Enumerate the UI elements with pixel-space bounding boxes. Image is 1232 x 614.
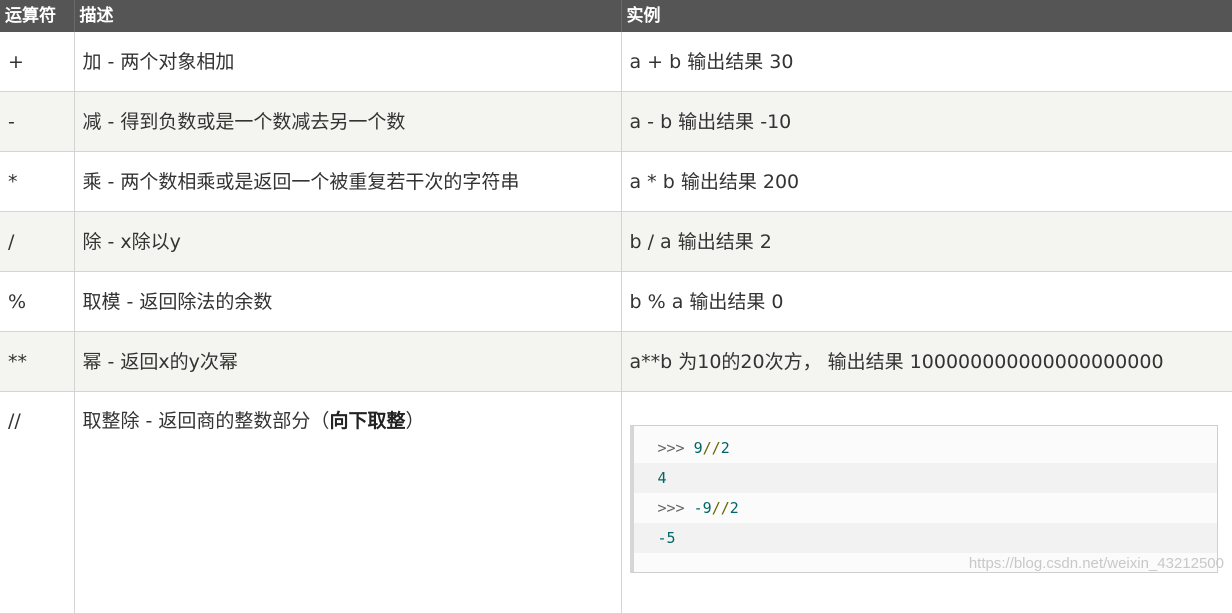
code-number: 2	[729, 499, 739, 517]
description-cell: 乘 - 两个数相乘或是返回一个被重复若干次的字符串	[74, 151, 622, 212]
description-cell: 取模 - 返回除法的余数	[74, 271, 622, 332]
example-cell: >>> 9//2 4 >>> -9//2 -5	[621, 391, 1232, 614]
description-text-end: ）	[405, 410, 425, 432]
code-line: -5	[633, 523, 1217, 553]
example-cell: a + b 输出结果 30	[621, 32, 1232, 92]
header-operator: 运算符	[0, 0, 75, 32]
code-prompt: >>>	[657, 439, 685, 457]
code-prompt: >>>	[657, 499, 685, 517]
code-line: >>> -9//2	[634, 493, 1217, 523]
table-row: % 取模 - 返回除法的余数 b % a 输出结果 0	[0, 271, 1232, 332]
example-cell: a - b 输出结果 -10	[621, 91, 1232, 152]
table-row: / 除 - x除以y b / a 输出结果 2	[0, 211, 1232, 272]
description-cell: 幂 - 返回x的y次幂	[74, 331, 622, 392]
table-row: - 减 - 得到负数或是一个数减去另一个数 a - b 输出结果 -10	[0, 91, 1232, 152]
table-row: * 乘 - 两个数相乘或是返回一个被重复若干次的字符串 a * b 输出结果 2…	[0, 151, 1232, 212]
description-emphasis: 向下取整	[329, 410, 406, 432]
code-number: 9	[693, 439, 703, 457]
header-example: 实例	[621, 0, 1232, 32]
operator-cell: **	[0, 331, 75, 392]
code-operator: //	[711, 499, 730, 517]
table-row: ** 幂 - 返回x的y次幂 a**b 为10的20次方， 输出结果 10000…	[0, 331, 1232, 392]
description-cell: 取整除 - 返回商的整数部分（向下取整）	[74, 391, 622, 614]
example-cell: b % a 输出结果 0	[621, 271, 1232, 332]
code-operator: //	[702, 439, 721, 457]
operator-cell: *	[0, 151, 75, 212]
operator-cell: /	[0, 211, 75, 272]
table-header-row: 运算符 描述 实例	[0, 0, 1232, 32]
code-line: 4	[633, 463, 1217, 493]
code-line: >>> 9//2	[634, 433, 1217, 463]
description-text: 取整除 - 返回商的整数部分（	[82, 410, 330, 432]
operator-cell: //	[0, 391, 75, 614]
code-number: 2	[720, 439, 730, 457]
operator-cell: -	[0, 91, 75, 152]
code-output: 4	[657, 469, 667, 487]
operator-cell: +	[0, 32, 75, 92]
example-cell: a * b 输出结果 200	[621, 151, 1232, 212]
example-cell: a**b 为10的20次方， 输出结果 10000000000000000000…	[621, 331, 1232, 392]
watermark: https://blog.csdn.net/weixin_43212500	[968, 555, 1224, 572]
header-description: 描述	[74, 0, 622, 32]
table-row: // 取整除 - 返回商的整数部分（向下取整） >>> 9//2 4 >>> -…	[0, 391, 1232, 614]
example-cell: b / a 输出结果 2	[621, 211, 1232, 272]
description-cell: 加 - 两个对象相加	[74, 32, 622, 92]
table-row: + 加 - 两个对象相加 a + b 输出结果 30	[0, 32, 1232, 92]
description-cell: 减 - 得到负数或是一个数减去另一个数	[74, 91, 622, 152]
code-block: >>> 9//2 4 >>> -9//2 -5	[629, 425, 1218, 573]
operator-cell: %	[0, 271, 75, 332]
description-cell: 除 - x除以y	[74, 211, 622, 272]
operators-table: 运算符 描述 实例 + 加 - 两个对象相加 a + b 输出结果 30 - 减…	[0, 0, 1232, 614]
code-number: -9	[693, 499, 712, 517]
code-output: -5	[657, 529, 676, 547]
